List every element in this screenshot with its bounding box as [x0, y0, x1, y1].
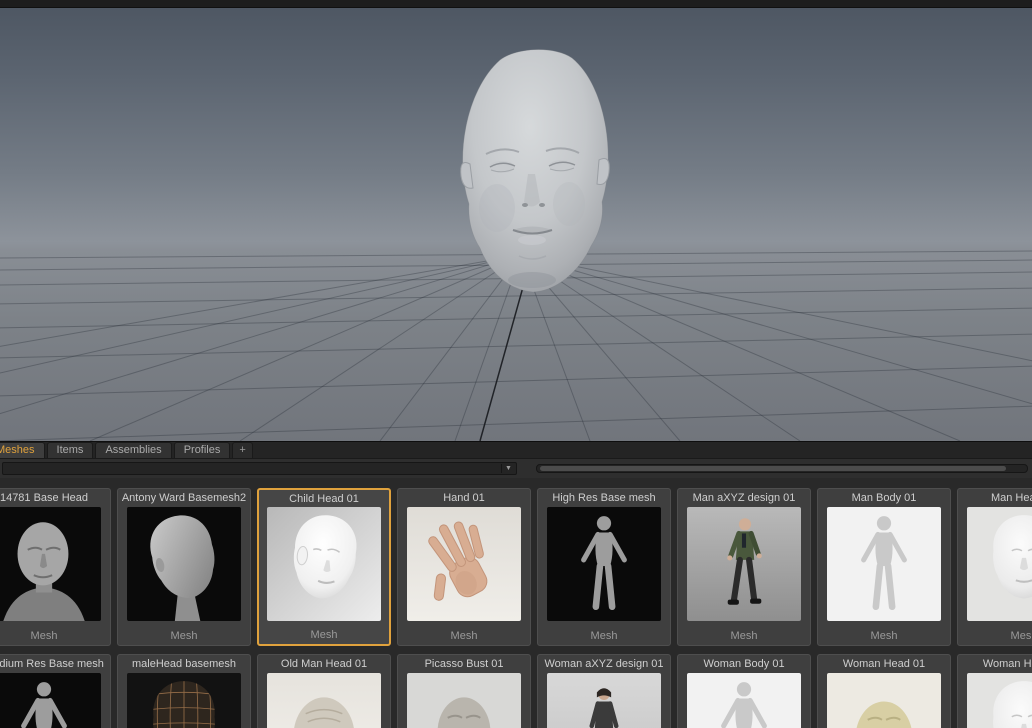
preset-tile[interactable]: Man Head 01 Mesh	[957, 488, 1032, 646]
preset-tab-bar: MeshesItemsAssembliesProfiles+	[0, 441, 1032, 458]
preset-tile[interactable]: Woman Head 01Mesh	[817, 654, 951, 728]
preset-tile-label: 14781 Base Head	[0, 489, 110, 506]
preset-tile-label: Old Man Head 01	[258, 655, 390, 672]
preset-tile-label: maleHead basemesh	[118, 655, 250, 672]
preset-tile[interactable]: Man Body 01 Mesh	[817, 488, 951, 646]
preset-tile[interactable]: Woman aXYZ design 01Mesh	[537, 654, 671, 728]
woman-figure-thumbnail	[547, 673, 661, 728]
tab-strip: MeshesItemsAssembliesProfiles+	[0, 442, 1032, 458]
preset-tile-label: Antony Ward Basemesh2	[118, 489, 250, 506]
preset-tile[interactable]: Child Head 01 Mesh	[257, 488, 391, 646]
body-dark-thumbnail	[0, 673, 101, 728]
man-suit-thumbnail	[687, 507, 801, 621]
preset-tile[interactable]: Woman Head 02Mesh	[957, 654, 1032, 728]
tab-meshes[interactable]: Meshes	[0, 442, 45, 458]
tile-row: 14781 Base HeadMeshAntony Ward Basemesh2…	[0, 488, 1032, 646]
body-light-thumbnail	[687, 673, 801, 728]
preset-tile[interactable]: 14781 Base Head Mesh	[0, 488, 111, 646]
preset-tile[interactable]: Picasso Bust 01Mesh	[397, 654, 531, 728]
preset-tile-label: Woman Head 01	[818, 655, 950, 672]
preset-tile[interactable]: Medium Res Base meshMesh	[0, 654, 111, 728]
head-light-thumbnail	[967, 673, 1032, 728]
head-yellow-thumbnail	[827, 673, 941, 728]
horizontal-scrollbar-thumb[interactable]	[540, 466, 1006, 471]
preset-tile-label: Man aXYZ design 01	[678, 489, 810, 506]
preset-tile[interactable]: maleHead basemeshMesh	[117, 654, 251, 728]
filter-dropdown[interactable]: ▼	[2, 462, 517, 475]
preset-tile-label: Medium Res Base mesh	[0, 655, 110, 672]
wire-head-thumbnail	[127, 673, 241, 728]
preset-tile-label: Child Head 01	[259, 490, 389, 507]
preset-tile[interactable]: Antony Ward Basemesh2 Mesh	[117, 488, 251, 646]
horizontal-scrollbar[interactable]	[536, 464, 1028, 473]
preset-tile-label: High Res Base mesh	[538, 489, 670, 506]
head-model[interactable]	[461, 50, 610, 292]
tab-assemblies[interactable]: Assemblies	[95, 442, 171, 458]
preset-tile-type: Mesh	[678, 630, 810, 642]
body-light-thumbnail	[827, 507, 941, 621]
preset-tile[interactable]: Woman Body 01Mesh	[677, 654, 811, 728]
bust-light-thumbnail	[407, 673, 521, 728]
preset-tile-type: Mesh	[538, 630, 670, 642]
browser-toolbar: ▼	[0, 458, 1032, 478]
preset-tile-type: Mesh	[398, 630, 530, 642]
tab-items[interactable]: Items	[47, 442, 94, 458]
preset-tile-label: Woman Body 01	[678, 655, 810, 672]
preset-tile-label: Hand 01	[398, 489, 530, 506]
old-head-thumbnail	[267, 673, 381, 728]
bust-dark-thumbnail	[0, 507, 101, 621]
hand-thumbnail	[407, 507, 521, 621]
preset-tile[interactable]: Old Man Head 01Mesh	[257, 654, 391, 728]
window-top-strip	[0, 0, 1032, 8]
preset-grid: 14781 Base HeadMeshAntony Ward Basemesh2…	[0, 488, 1032, 728]
preset-tile-type: Mesh	[0, 630, 110, 642]
preset-tile-label: Man Head 01	[958, 489, 1032, 506]
child-head-thumbnail	[267, 507, 381, 621]
preset-tile[interactable]: Man aXYZ design 01 Mesh	[677, 488, 811, 646]
head-light-thumbnail	[967, 507, 1032, 621]
head-dark-thumbnail	[127, 507, 241, 621]
preset-tile-label: Man Body 01	[818, 489, 950, 506]
3d-viewport[interactable]	[0, 8, 1032, 441]
viewport-canvas	[0, 8, 1032, 441]
preset-tile-type: Mesh	[118, 630, 250, 642]
tab-profiles[interactable]: Profiles	[174, 442, 231, 458]
preset-tile-label: Woman aXYZ design 01	[538, 655, 670, 672]
preset-tile[interactable]: Hand 01 Mesh	[397, 488, 531, 646]
application-window: MeshesItemsAssembliesProfiles+ ▼ 14781 B…	[0, 0, 1032, 728]
preset-tile-type: Mesh	[259, 629, 389, 641]
chevron-down-icon[interactable]: ▼	[501, 464, 515, 473]
tile-row: Medium Res Base meshMeshmaleHead basemes…	[0, 654, 1032, 728]
body-dark-thumbnail	[547, 507, 661, 621]
preset-tile[interactable]: High Res Base mesh Mesh	[537, 488, 671, 646]
preset-tile-label: Picasso Bust 01	[398, 655, 530, 672]
preset-tile-type: Mesh	[958, 630, 1032, 642]
preset-tile-type: Mesh	[818, 630, 950, 642]
preset-browser: 14781 Base HeadMeshAntony Ward Basemesh2…	[0, 478, 1032, 728]
add-tab-button[interactable]: +	[232, 442, 252, 458]
preset-tile-label: Woman Head 02	[958, 655, 1032, 672]
